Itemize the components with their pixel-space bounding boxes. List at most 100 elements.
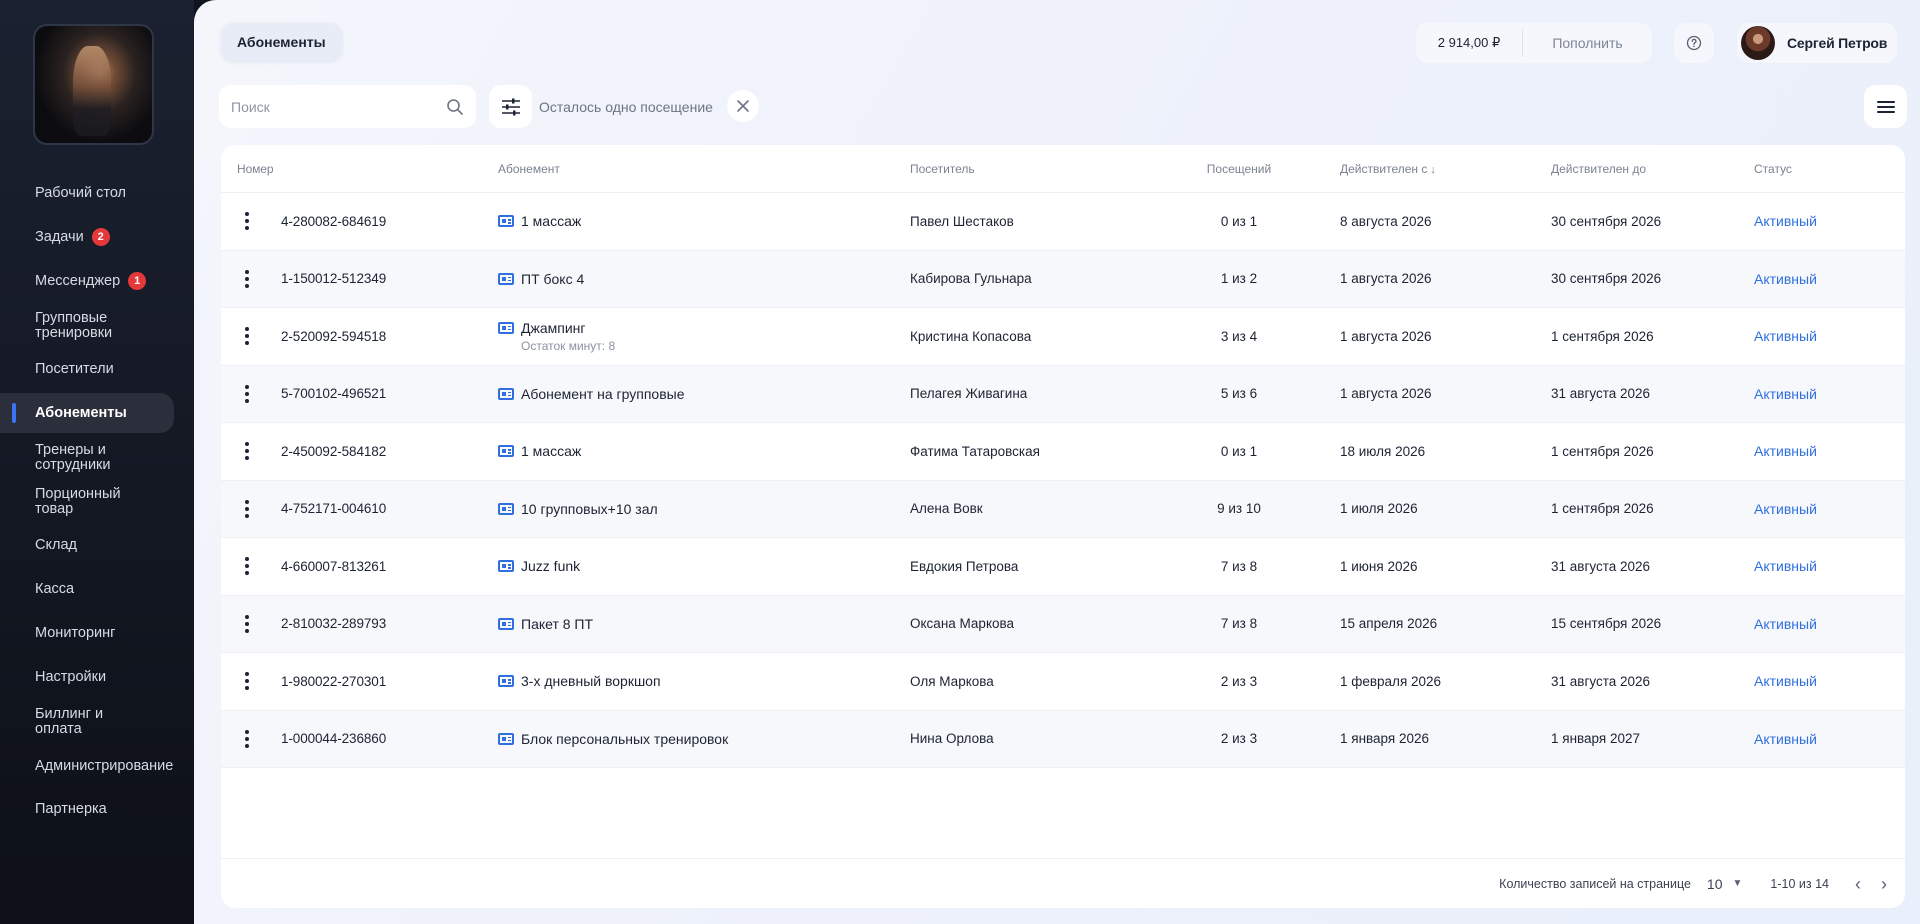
row-menu[interactable] (221, 381, 273, 407)
row-menu[interactable] (221, 496, 273, 522)
column-header-valid-from[interactable]: Действителен с ↓ (1310, 162, 1521, 176)
sidebar-item-5[interactable]: Абонементы (0, 393, 174, 433)
cell-valid-from: 8 августа 2026 (1340, 213, 1432, 229)
kebab-icon[interactable] (241, 726, 253, 752)
chevron-right-icon[interactable]: › (1881, 875, 1887, 893)
row-menu[interactable] (221, 553, 273, 579)
status-link[interactable]: Активный (1754, 673, 1817, 689)
search-box (219, 85, 476, 128)
kebab-icon[interactable] (241, 496, 253, 522)
cell-subscription[interactable]: Пакет 8 ПТ (498, 616, 910, 632)
row-menu[interactable] (221, 668, 273, 694)
sidebar-item-3[interactable]: Групповые тренировки (0, 303, 194, 347)
table-row[interactable]: 4-660007-813261 Juzz funk Евдокия Петрова 7… (221, 538, 1905, 596)
cell-valid-to: 15 сентября 2026 (1551, 616, 1662, 632)
row-menu[interactable] (221, 208, 273, 234)
cell-number: 1-980022-270301 (281, 673, 387, 689)
row-menu[interactable] (221, 438, 273, 464)
status-link[interactable]: Активный (1754, 386, 1817, 402)
subscriptions-table: Номер Абонемент Посетитель Посещений Дей… (221, 145, 1905, 908)
cell-subscription[interactable]: Блок персональных тренировок (498, 731, 910, 747)
subscription-name: Джампинг (521, 319, 586, 336)
table-row[interactable]: 5-700102-496521 Абонемент на групповые Пел… (221, 365, 1905, 423)
table-body: 4-280082-684619 1 массаж Павел Шестаков 0 и… (221, 193, 1905, 768)
column-header-visits[interactable]: Посещений (1168, 162, 1310, 176)
topup-button[interactable]: Пополнить (1523, 35, 1652, 51)
row-menu[interactable] (221, 726, 273, 752)
kebab-icon[interactable] (241, 323, 253, 349)
cell-subscription[interactable]: Juzz funk (498, 558, 910, 574)
kebab-icon[interactable] (241, 438, 253, 464)
column-header-subscription[interactable]: Абонемент (498, 162, 910, 176)
sidebar-item-7[interactable]: Порционный товар (0, 479, 194, 523)
ticket-icon (498, 502, 514, 515)
table-row[interactable]: 2-810032-289793 Пакет 8 ПТ Оксана Маркова 7… (221, 595, 1905, 653)
table-row[interactable]: 2-450092-584182 1 массаж Фатима Татаровска… (221, 423, 1905, 481)
remove-filter-button[interactable] (727, 90, 759, 122)
row-menu[interactable] (221, 266, 273, 292)
status-link[interactable]: Активный (1754, 501, 1817, 517)
table-row[interactable]: 1-980022-270301 3-х дневный воркшоп Оля Ма… (221, 653, 1905, 711)
avatar (1741, 26, 1775, 60)
sidebar-item-0[interactable]: Рабочий стол (0, 171, 194, 215)
kebab-icon[interactable] (241, 266, 253, 292)
cell-number: 4-660007-813261 (281, 558, 387, 574)
sidebar-item-8[interactable]: Склад (0, 523, 194, 567)
menu-button[interactable] (1864, 85, 1907, 128)
search-icon[interactable] (446, 98, 464, 116)
row-menu[interactable] (221, 611, 273, 637)
table-row[interactable]: 4-752171-004610 10 групповых+10 зал Алена … (221, 480, 1905, 538)
search-input[interactable] (231, 98, 446, 115)
cell-valid-from: 1 августа 2026 (1340, 328, 1432, 344)
subscription-name: 1 массаж (521, 443, 582, 460)
club-logo[interactable] (33, 24, 154, 145)
table-row[interactable]: 1-000044-236860 Блок персональных трениро… (221, 710, 1905, 768)
status-link[interactable]: Активный (1754, 616, 1817, 632)
status-link[interactable]: Активный (1754, 731, 1817, 747)
kebab-icon[interactable] (241, 381, 253, 407)
cell-valid-to: 1 января 2027 (1551, 731, 1641, 747)
kebab-icon[interactable] (241, 208, 253, 234)
cell-subscription[interactable]: ПТ бокс 4 (498, 271, 910, 287)
chevron-left-icon[interactable]: ‹ (1855, 875, 1861, 893)
user-menu[interactable]: Сергей Петров (1737, 23, 1897, 63)
table-row[interactable]: 4-280082-684619 1 массаж Павел Шестаков 0 и… (221, 193, 1905, 251)
table-row[interactable]: 2-520092-594518 Джампинг Остаток минут: 8 К… (221, 308, 1905, 366)
cell-subscription[interactable]: 10 групповых+10 зал (498, 501, 910, 517)
cell-subscription[interactable]: 3-х дневный воркшоп (498, 673, 910, 689)
sidebar-item-4[interactable]: Посетители (0, 347, 194, 391)
table-row[interactable]: 1-150012-512349 ПТ бокс 4 Кабирова Гульнар… (221, 250, 1905, 308)
cell-subscription[interactable]: 1 массаж (498, 443, 910, 459)
cell-visitor: Фатима Татаровская (910, 443, 1040, 459)
status-link[interactable]: Активный (1754, 271, 1817, 287)
sidebar-item-10[interactable]: Мониторинг (0, 611, 194, 655)
sidebar-item-13[interactable]: Администрирование (0, 743, 194, 787)
tab-subscriptions[interactable]: Абонементы (221, 23, 342, 61)
sidebar-item-1[interactable]: Задачи 2 (0, 215, 194, 259)
sidebar-item-11[interactable]: Настройки (0, 655, 194, 699)
per-page-select[interactable]: 10 ▼ (1707, 876, 1742, 892)
kebab-icon[interactable] (241, 611, 253, 637)
cell-subscription[interactable]: 1 массаж (498, 213, 910, 229)
status-link[interactable]: Активный (1754, 443, 1817, 459)
column-header-status[interactable]: Статус (1746, 162, 1905, 176)
sidebar-item-12[interactable]: Биллинг и оплата (0, 699, 194, 743)
sidebar-item-6[interactable]: Тренеры и сотрудники (0, 435, 194, 479)
status-link[interactable]: Активный (1754, 328, 1817, 344)
column-header-visitor[interactable]: Посетитель (910, 162, 1168, 176)
cell-subscription[interactable]: Джампинг Остаток минут: 8 (498, 320, 910, 353)
kebab-icon[interactable] (241, 553, 253, 579)
help-button[interactable] (1674, 23, 1714, 63)
sidebar-item-9[interactable]: Касса (0, 567, 194, 611)
row-menu[interactable] (221, 323, 273, 349)
column-header-valid-to[interactable]: Действителен до (1521, 162, 1746, 176)
status-link[interactable]: Активный (1754, 213, 1817, 229)
column-header-number[interactable]: Номер (221, 162, 498, 176)
kebab-icon[interactable] (241, 668, 253, 694)
status-link[interactable]: Активный (1754, 558, 1817, 574)
ticket-icon (498, 617, 514, 630)
sidebar-item-2[interactable]: Мессенджер 1 (0, 259, 194, 303)
cell-subscription[interactable]: Абонемент на групповые (498, 386, 910, 402)
filter-button[interactable] (489, 85, 532, 128)
sidebar-item-14[interactable]: Партнерка (0, 787, 194, 831)
